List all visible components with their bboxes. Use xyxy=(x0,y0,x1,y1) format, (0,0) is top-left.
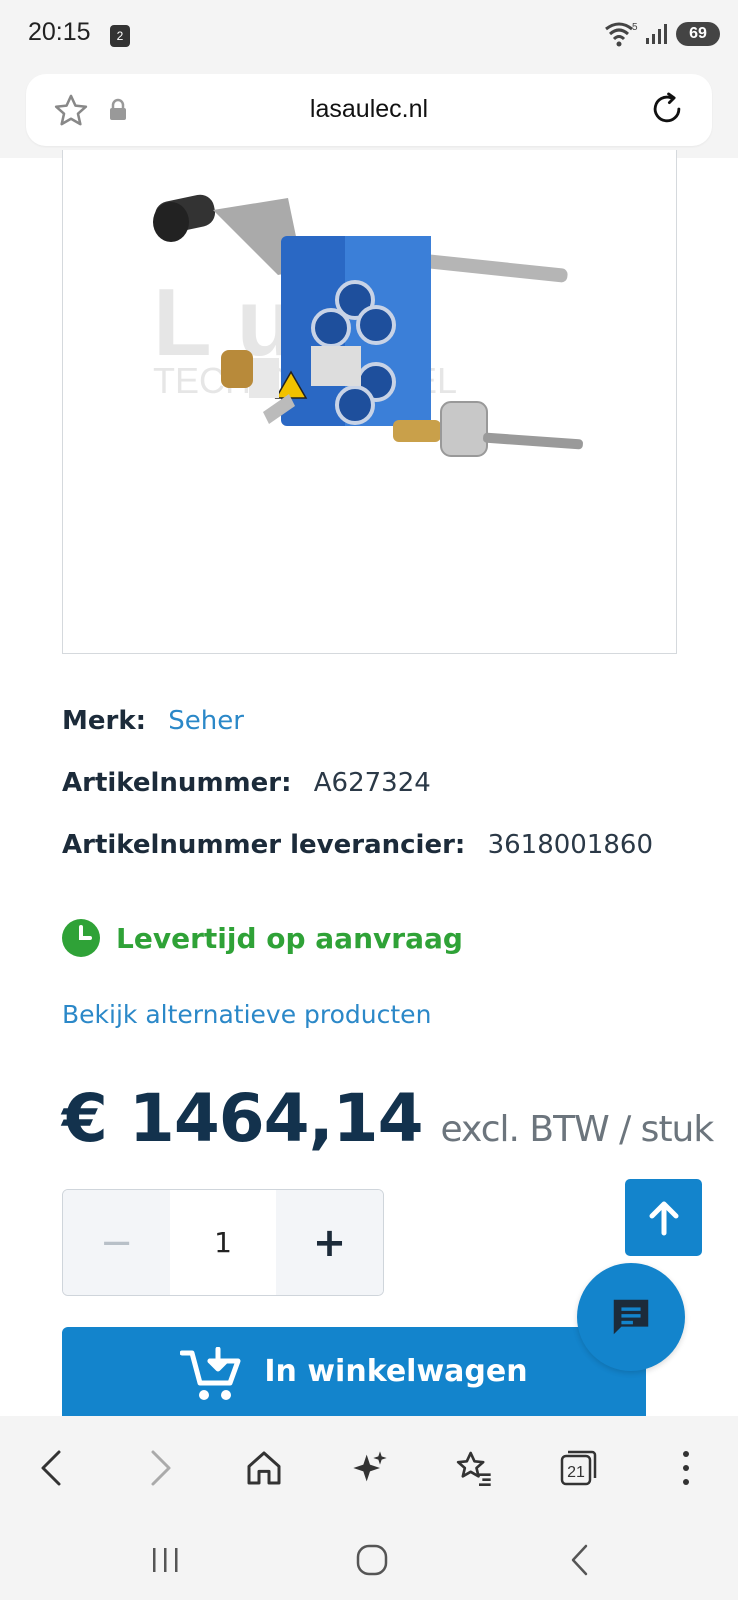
home-button[interactable] xyxy=(240,1444,288,1492)
browser-top-bar: lasaulec.nl xyxy=(0,72,738,158)
chevron-right-icon xyxy=(151,1450,171,1486)
system-navigation-bar xyxy=(0,1520,738,1600)
more-vertical-icon xyxy=(683,1451,689,1485)
price-suffix: excl. BTW / stuk xyxy=(440,1109,715,1150)
bookmarks-button[interactable] xyxy=(450,1444,498,1492)
sparkle-icon xyxy=(353,1451,387,1482)
tabs-button[interactable]: 21 xyxy=(554,1444,602,1492)
product-image[interactable]: L ulec TECH OTHANDEL xyxy=(62,150,677,654)
status-bar: 20:15 2 5 69 xyxy=(0,0,738,72)
url-text[interactable]: lasaulec.nl xyxy=(26,95,712,124)
article-number-row: Artikelnummer: A627324 xyxy=(62,768,431,798)
article-number-label: Artikelnummer: xyxy=(62,768,292,798)
wifi-icon: 5 xyxy=(604,20,640,52)
quantity-input[interactable]: 1 xyxy=(170,1190,276,1295)
quantity-decrease-button[interactable]: − xyxy=(63,1190,170,1295)
price-row: € 1464,14 excl. BTW / stuk xyxy=(62,1080,715,1157)
recent-apps-icon xyxy=(153,1548,178,1572)
arrow-up-icon xyxy=(649,1201,678,1235)
brand-row: Merk: Seher xyxy=(62,706,244,736)
brand-link[interactable]: Seher xyxy=(168,706,244,736)
chat-button[interactable] xyxy=(577,1263,685,1371)
product-price: € 1464,14 xyxy=(62,1080,424,1157)
quantity-stepper: − 1 + xyxy=(62,1189,384,1296)
browser-bottom-toolbar: 21 xyxy=(0,1416,738,1520)
recent-apps-button[interactable] xyxy=(146,1540,186,1580)
scroll-to-top-button[interactable] xyxy=(625,1179,702,1256)
more-menu-button[interactable] xyxy=(662,1444,710,1492)
url-bar[interactable]: lasaulec.nl xyxy=(26,74,712,146)
home-system-button[interactable] xyxy=(352,1540,392,1580)
supplier-article-number-value: 3618001860 xyxy=(487,830,654,860)
forward-button[interactable] xyxy=(136,1444,184,1492)
tabs-icon: 21 xyxy=(560,1450,597,1486)
chevron-left-icon xyxy=(41,1450,61,1486)
add-to-cart-label: In winkelwagen xyxy=(264,1354,528,1389)
quantity-increase-button[interactable]: + xyxy=(276,1190,383,1295)
brand-label: Merk: xyxy=(62,706,147,736)
svg-text:5: 5 xyxy=(632,22,638,33)
delivery-status: Levertijd op aanvraag xyxy=(62,918,463,958)
home-circle-icon xyxy=(356,1544,388,1576)
alternative-products-link[interactable]: Bekijk alternatieve producten xyxy=(62,1000,431,1029)
signal-icon xyxy=(644,22,670,50)
bookmark-list-icon xyxy=(456,1451,491,1486)
battery-indicator: 69 xyxy=(676,22,720,46)
chat-bubble-icon xyxy=(613,1299,649,1335)
back-chevron-icon xyxy=(571,1544,588,1576)
supplier-article-number-label: Artikelnummer leverancier: xyxy=(62,830,466,860)
reload-icon[interactable] xyxy=(648,90,686,132)
back-system-button[interactable] xyxy=(560,1540,600,1580)
notification-badge: 2 xyxy=(110,25,130,47)
wire-stripper-illustration xyxy=(153,194,583,457)
supplier-article-number-row: Artikelnummer leverancier: 3618001860 xyxy=(62,830,653,860)
status-time: 20:15 xyxy=(28,18,91,46)
clock-icon xyxy=(62,919,100,957)
ai-assist-button[interactable] xyxy=(346,1444,394,1492)
svg-text:21: 21 xyxy=(567,1464,585,1481)
home-icon xyxy=(247,1451,281,1485)
delivery-text: Levertijd op aanvraag xyxy=(116,921,463,955)
cart-add-icon xyxy=(180,1347,241,1400)
article-number-value: A627324 xyxy=(313,768,431,798)
back-button[interactable] xyxy=(28,1444,76,1492)
